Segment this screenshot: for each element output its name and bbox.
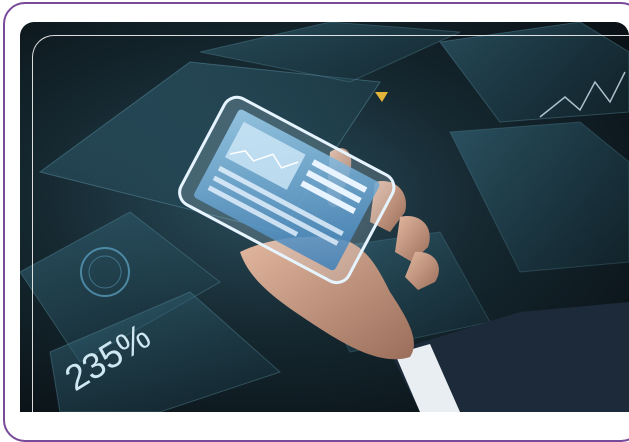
decorative-inner-border: [32, 35, 629, 435]
